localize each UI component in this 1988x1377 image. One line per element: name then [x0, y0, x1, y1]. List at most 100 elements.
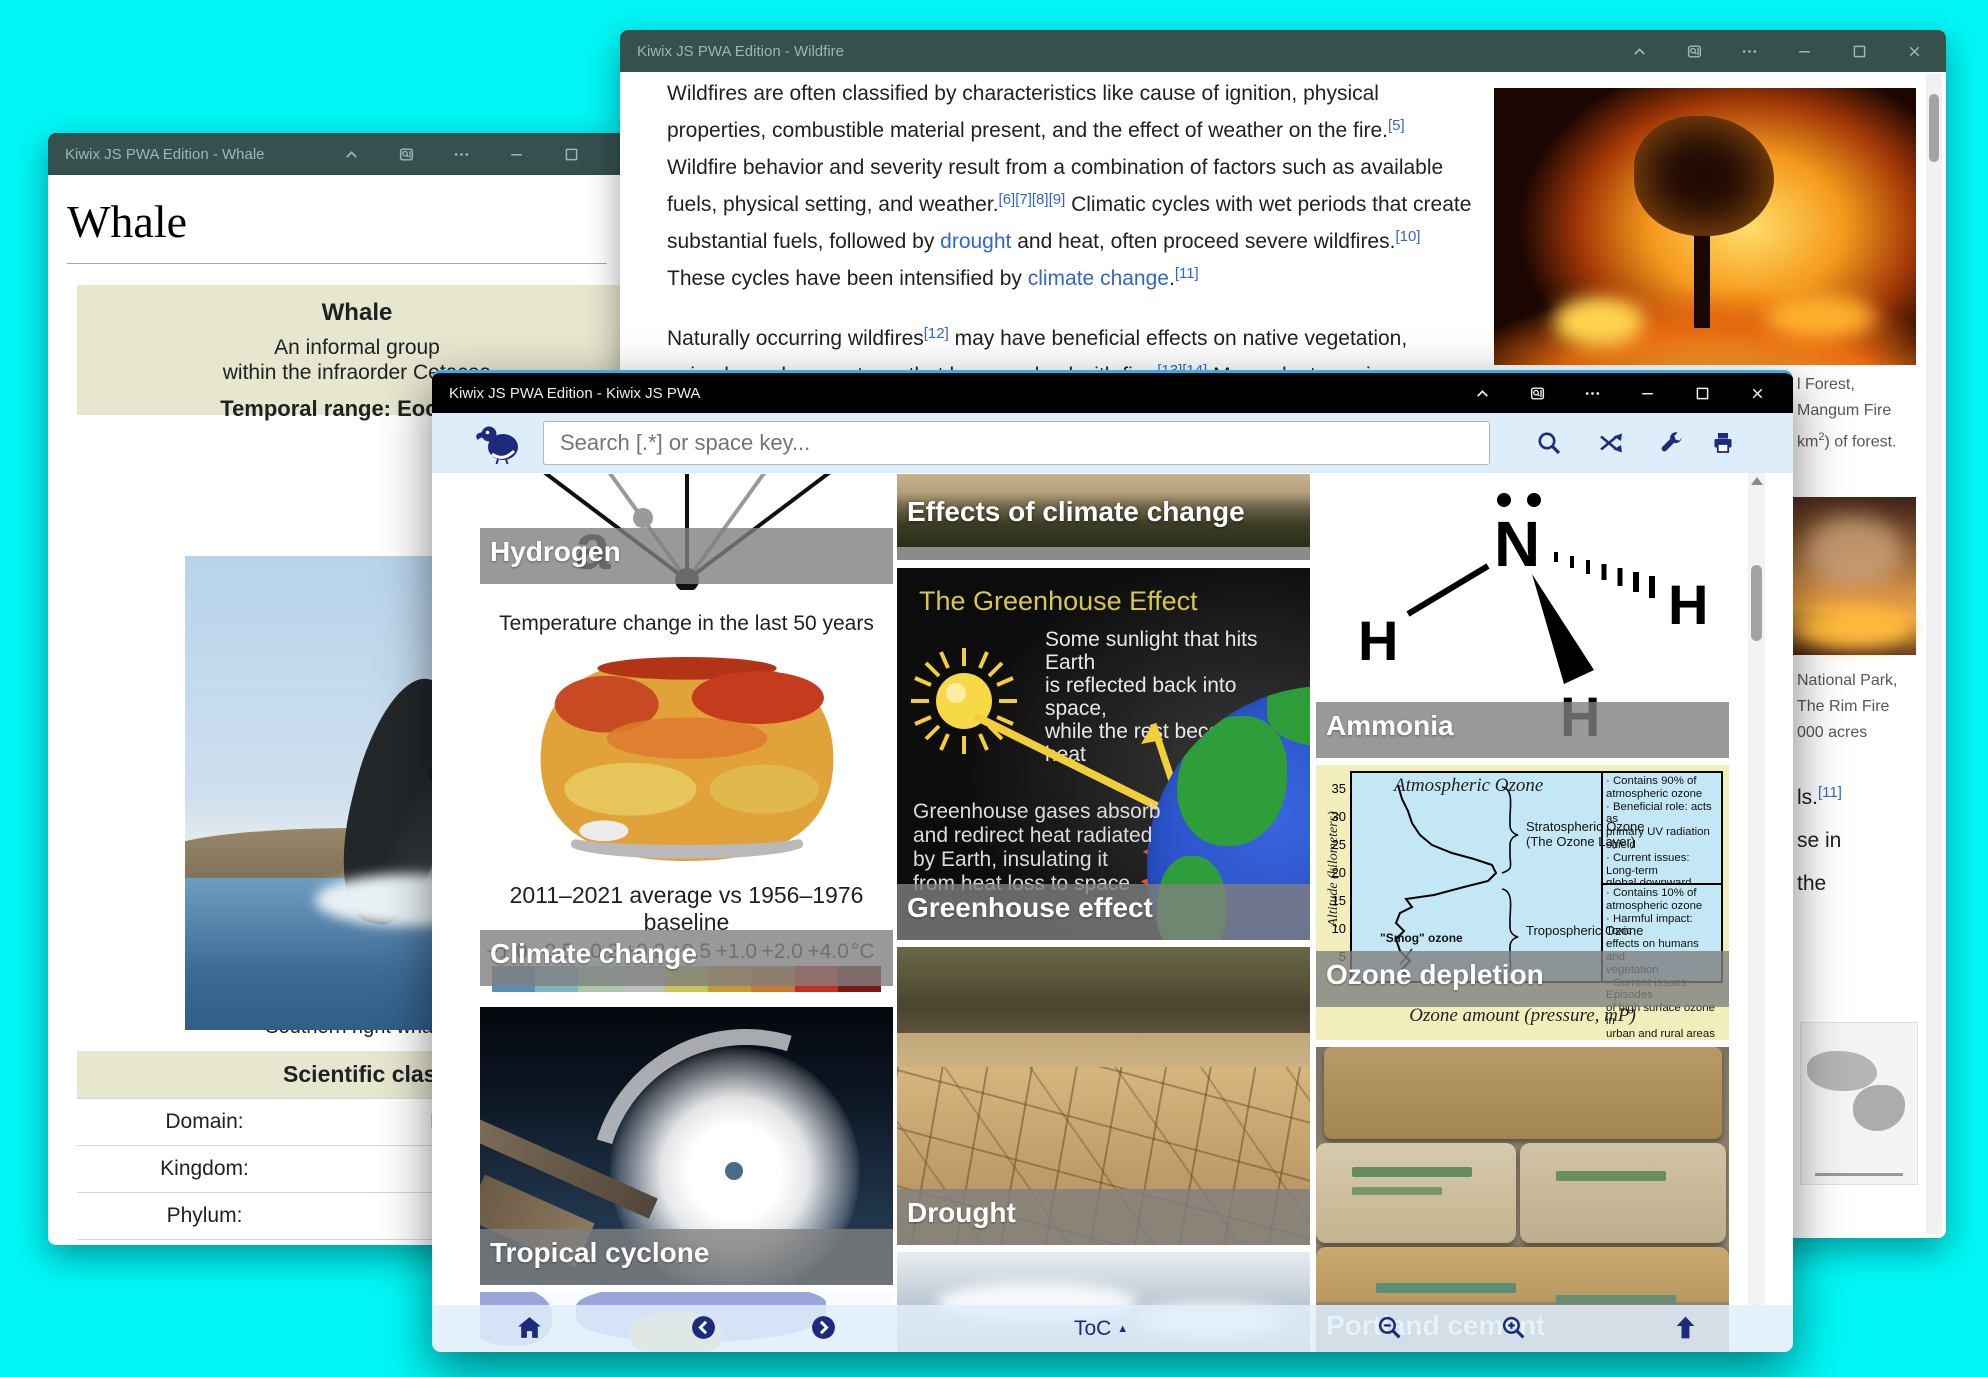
- window-kiwix-library: Kiwix JS PWA Edition - Kiwix JS PWA Sear…: [432, 370, 1793, 1352]
- toc-button[interactable]: ToC ▲: [1074, 1317, 1128, 1341]
- back-button[interactable]: [690, 1314, 717, 1346]
- text-fragment: se in: [1797, 829, 1842, 852]
- search-input[interactable]: [543, 421, 1490, 465]
- scrollbar[interactable]: [1926, 74, 1942, 1234]
- settings-button[interactable]: [1659, 430, 1685, 461]
- hurricane-eye: [725, 1162, 743, 1180]
- maximize-button[interactable]: [544, 133, 599, 175]
- titlebar[interactable]: Kiwix JS PWA Edition - Whale: [48, 133, 620, 175]
- forward-button[interactable]: [810, 1314, 837, 1346]
- temperature-anomaly-map: [540, 657, 833, 861]
- window-controls: [1455, 373, 1785, 413]
- drought-link[interactable]: drought: [940, 230, 1011, 253]
- tile-ammonia[interactable]: N H H H Ammonia: [1316, 474, 1729, 758]
- popout-icon: [1529, 385, 1546, 402]
- tile-label: Ammonia: [1316, 702, 1729, 758]
- scrollbar-thumb[interactable]: [1929, 94, 1939, 162]
- titlebar[interactable]: Kiwix JS PWA Edition - Wildfire: [620, 30, 1946, 72]
- map-caption-line: [1815, 1173, 1903, 1176]
- collapse-button[interactable]: [1612, 30, 1667, 72]
- climate-change-link[interactable]: climate change: [1028, 267, 1169, 290]
- popout-button[interactable]: [1667, 30, 1722, 72]
- tile-ozone[interactable]: Atmospheric Ozone Stratospheric Ozone (T…: [1316, 765, 1729, 1040]
- kiwix-logo[interactable]: [476, 421, 524, 465]
- window-title: Kiwix JS PWA Edition - Whale: [65, 145, 265, 163]
- back-arrow-icon: [690, 1314, 717, 1341]
- scrollbar-thumb[interactable]: [1751, 565, 1762, 641]
- strato-info: · Contains 90% of atmospheric ozone · Be…: [1603, 773, 1721, 885]
- scrollbar[interactable]: [1748, 473, 1765, 1308]
- home-icon: [516, 1314, 543, 1341]
- y-tick: 15: [1331, 893, 1346, 908]
- flame-blob: [1793, 607, 1913, 647]
- taxobox-title: Whale: [321, 299, 393, 326]
- close-button[interactable]: [599, 133, 620, 175]
- wildfire-photo-1[interactable]: [1494, 88, 1916, 365]
- caret-up-icon: ▲: [1117, 1323, 1129, 1335]
- tile-drought[interactable]: Drought: [897, 947, 1310, 1245]
- y-tick: 10: [1331, 921, 1346, 936]
- titlebar[interactable]: Kiwix JS PWA Edition - Kiwix JS PWA: [432, 373, 1793, 413]
- maximize-button[interactable]: [1832, 30, 1887, 72]
- smoke-blob: [1803, 517, 1903, 587]
- scroll-top-button[interactable]: [1672, 1314, 1699, 1346]
- desktop: Kiwix JS PWA Edition - Whale Whale Whale…: [0, 0, 1988, 1377]
- map-thumbnail[interactable]: [1800, 1022, 1918, 1185]
- search-button[interactable]: [1536, 430, 1562, 461]
- print-button[interactable]: [1710, 430, 1736, 461]
- tile-tropical-cyclone[interactable]: Tropical cyclone: [480, 1007, 893, 1285]
- reference-link[interactable]: [10]: [1395, 228, 1420, 245]
- reference-link[interactable]: [11]: [1175, 265, 1199, 282]
- toolbar: [432, 413, 1793, 473]
- flame-blob: [1554, 297, 1644, 347]
- minimize-button[interactable]: [489, 133, 544, 175]
- photo-caption-fragment: l Forest, Mangum Fire km2) of forest.: [1797, 376, 1897, 451]
- reference-link[interactable]: [11]: [1818, 784, 1842, 801]
- tile-label: Drought: [897, 1189, 1310, 1245]
- more-button[interactable]: [434, 133, 489, 175]
- reference-link[interactable]: [5]: [1388, 117, 1405, 134]
- zoom-in-button[interactable]: [1500, 1314, 1527, 1346]
- more-button[interactable]: [1722, 30, 1777, 72]
- minimize-button[interactable]: [1777, 30, 1832, 72]
- more-button[interactable]: [1565, 373, 1620, 413]
- bag-print-mark: [1352, 1187, 1442, 1195]
- minimize-button[interactable]: [1620, 373, 1675, 413]
- tile-effects-climate[interactable]: Effects of climate change: [897, 474, 1310, 560]
- y-tick: 20: [1331, 865, 1346, 880]
- zoom-out-button[interactable]: [1376, 1314, 1403, 1346]
- maximize-icon: [1851, 43, 1868, 60]
- home-button[interactable]: [516, 1314, 543, 1346]
- popout-icon: [398, 146, 415, 163]
- map-heading: Temperature change in the last 50 years: [499, 612, 874, 635]
- bag-print-mark: [1556, 1171, 1666, 1181]
- ozone-info-boxes: · Contains 90% of atmospheric ozone · Be…: [1601, 773, 1721, 1040]
- collapse-button[interactable]: [324, 133, 379, 175]
- collapse-button[interactable]: [1455, 373, 1510, 413]
- bag-print-mark: [1376, 1283, 1516, 1293]
- tile-label: Hydrogen: [480, 528, 893, 584]
- maximize-button[interactable]: [1675, 373, 1730, 413]
- popout-icon: [1686, 43, 1703, 60]
- diagram-note-2: Greenhouse gases absorb and redirect hea…: [913, 800, 1161, 895]
- window-title: Kiwix JS PWA Edition - Wildfire: [637, 42, 844, 60]
- reference-link[interactable]: [6][7][8][9]: [999, 191, 1066, 208]
- y-tick: 25: [1331, 837, 1346, 852]
- tile-greenhouse[interactable]: The Greenhouse Effect Some sunlight that…: [897, 568, 1310, 940]
- minimize-icon: [508, 146, 525, 163]
- tile-climate-change[interactable]: Temperature change in the last 50 years …: [480, 600, 893, 1000]
- wildfire-photo-2[interactable]: [1793, 497, 1916, 655]
- close-button[interactable]: [1730, 373, 1785, 413]
- random-article-button[interactable]: [1598, 430, 1624, 461]
- popout-button[interactable]: [379, 133, 434, 175]
- map-land: [1807, 1051, 1877, 1091]
- scroll-up-arrow[interactable]: [1751, 477, 1763, 485]
- popout-button[interactable]: [1510, 373, 1565, 413]
- y-tick: 35: [1331, 781, 1346, 796]
- article-heading: Whale: [67, 196, 188, 247]
- reference-link[interactable]: [12]: [924, 325, 949, 342]
- plot-title: Atmospheric Ozone: [1394, 775, 1544, 796]
- close-button[interactable]: [1887, 30, 1942, 72]
- tile-label-text: Effects of climate change: [907, 496, 1245, 527]
- tile-hydrogen[interactable]: a Hydrogen: [480, 474, 893, 590]
